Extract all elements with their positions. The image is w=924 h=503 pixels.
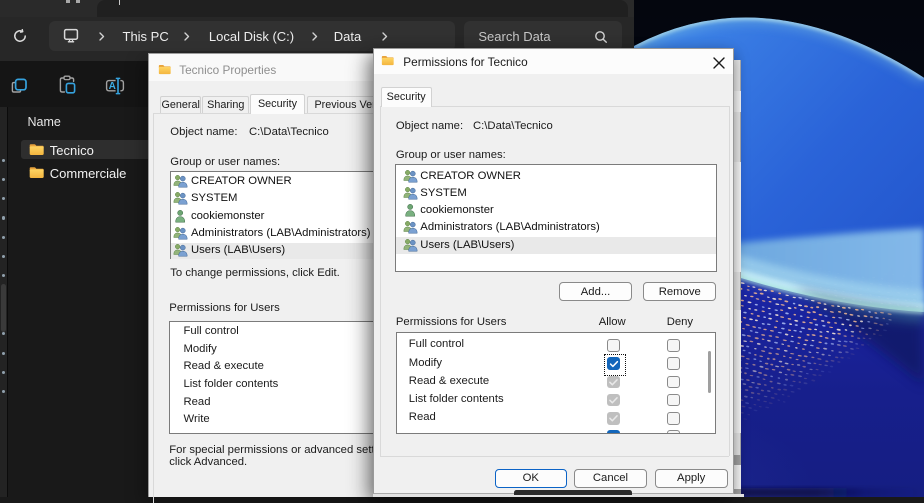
svg-text:A: A: [109, 81, 116, 92]
